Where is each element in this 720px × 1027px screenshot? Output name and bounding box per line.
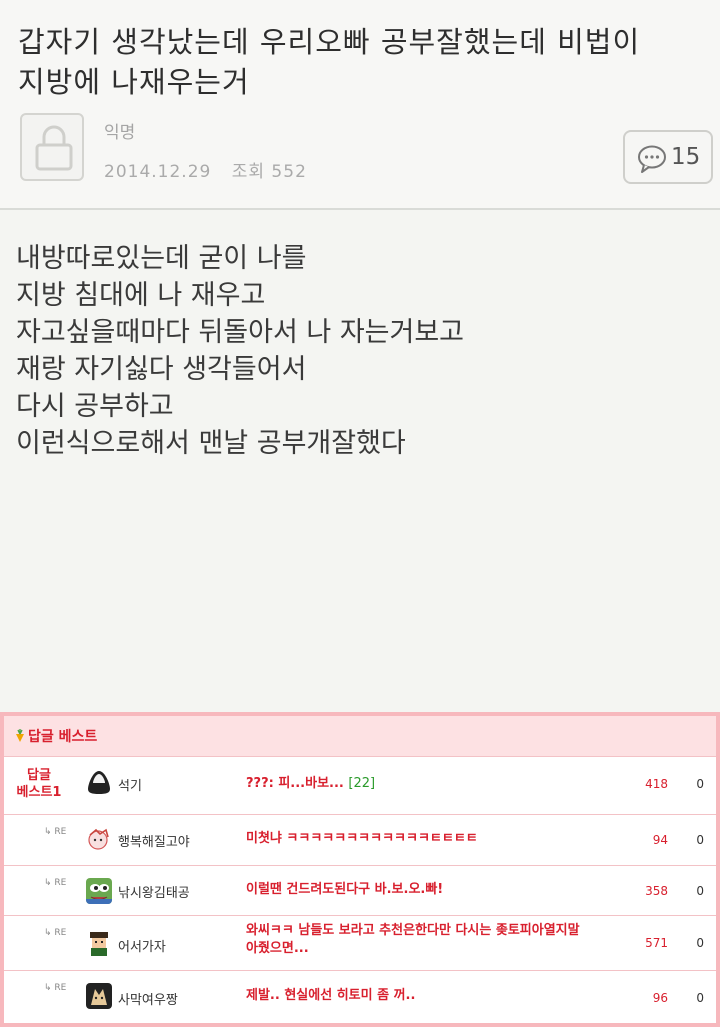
reply-text-line-2: 아줬으면... bbox=[246, 941, 309, 956]
like-count[interactable]: 94 bbox=[653, 833, 668, 847]
post-header: 갑자기 생각났는데 우리오빠 공부잘했는데 비법이 지방에 나재우는거 익명 2… bbox=[0, 0, 720, 210]
reply-row[interactable]: ↳ RE 행복해질고야 미쳣냐 ㅋㅋㅋㅋㅋㅋㅋㅋㅋㅋㅋㅋㅌㅌㅌㅌ 94 0 bbox=[4, 815, 716, 866]
like-count[interactable]: 358 bbox=[645, 884, 668, 898]
comment-count-button[interactable]: 15 bbox=[623, 130, 713, 184]
dislike-count[interactable]: 0 bbox=[696, 833, 704, 847]
like-count[interactable]: 418 bbox=[645, 777, 668, 791]
post-title: 갑자기 생각났는데 우리오빠 공부잘했는데 비법이 지방에 나재우는거 bbox=[18, 22, 678, 102]
post-meta: 2014.12.29 조회 552 bbox=[104, 157, 307, 182]
reply-text[interactable]: 와씨ㅋㅋ 남들도 보라고 추천은한다만 다시는 좆토피아열지말 아줬으면... bbox=[246, 922, 580, 958]
best-rank-line-1: 답글 bbox=[27, 768, 51, 783]
dislike-count[interactable]: 0 bbox=[696, 884, 704, 898]
comment-count: 15 bbox=[671, 144, 701, 170]
reply-text[interactable]: 제발.. 현실에선 히토미 좀 꺼.. bbox=[246, 987, 415, 1005]
reply-arrow-icon: ↳ RE bbox=[44, 827, 67, 837]
lock-icon bbox=[35, 125, 73, 171]
reply-nickname[interactable]: 어서가자 bbox=[118, 936, 166, 955]
re-label: RE bbox=[54, 827, 67, 837]
body-line: 자고싶을때마다 뒤돌아서 나 자는거보고 bbox=[16, 317, 465, 348]
frog-avatar-icon bbox=[86, 878, 112, 904]
post-title-line-1: 갑자기 생각났는데 우리오빠 공부잘했는데 비법이 bbox=[18, 25, 641, 59]
reply-row[interactable]: ↳ RE 어서가자 와씨ㅋㅋ 남들도 보라고 추천은한다만 다시는 좆토피아열지… bbox=[4, 916, 716, 971]
post-title-line-2: 지방에 나재우는거 bbox=[18, 65, 250, 99]
reply-nickname[interactable]: 낚시왕김태공 bbox=[118, 882, 190, 901]
reply-arrow-icon: ↳ RE bbox=[44, 928, 67, 938]
re-label: RE bbox=[54, 983, 67, 993]
reply-text[interactable]: 미쳣냐 ㅋㅋㅋㅋㅋㅋㅋㅋㅋㅋㅋㅋㅌㅌㅌㅌ bbox=[246, 830, 478, 848]
avatar[interactable] bbox=[86, 827, 112, 853]
reply-row[interactable]: ↳ RE 낚시왕김태공 이럴땐 건드려도된다구 바.보.오.빠! 358 0 bbox=[4, 866, 716, 916]
reply-text-line-1: 와씨ㅋㅋ 남들도 보라고 추천은한다만 다시는 좆토피아열지말 bbox=[246, 923, 580, 938]
reply-nickname[interactable]: 행복해질고야 bbox=[118, 831, 190, 850]
best-replies-panel: 답글 베스트 답글 베스트1 석기 ???: 피...바보... [22] 41… bbox=[0, 712, 720, 1027]
character-avatar-icon bbox=[86, 827, 112, 853]
body-line: 이런식으로해서 맨날 공부개잘했다 bbox=[16, 428, 406, 459]
reply-nickname[interactable]: 사막여우짱 bbox=[118, 989, 178, 1008]
carrot-icon bbox=[16, 729, 24, 742]
best-reply-row[interactable]: 답글 베스트1 석기 ???: 피...바보... [22] 418 0 bbox=[4, 757, 716, 815]
avatar[interactable] bbox=[86, 769, 112, 795]
post-card: 갑자기 생각났는데 우리오빠 공부잘했는데 비법이 지방에 나재우는거 익명 2… bbox=[0, 0, 720, 712]
dislike-count[interactable]: 0 bbox=[696, 936, 704, 950]
like-count[interactable]: 571 bbox=[645, 936, 668, 950]
view-count: 조회 552 bbox=[231, 162, 307, 182]
avatar[interactable] bbox=[86, 878, 112, 904]
body-line: 재랑 자기싫다 생각들어서 bbox=[16, 354, 307, 385]
body-line: 지방 침대에 나 재우고 bbox=[16, 280, 266, 311]
body-line: 내방따로있는데 굳이 나를 bbox=[16, 243, 307, 274]
best-rank-label: 답글 베스트1 bbox=[10, 767, 68, 801]
best-replies-title: 답글 베스트 bbox=[28, 729, 98, 745]
avatar[interactable] bbox=[86, 930, 112, 956]
re-label: RE bbox=[54, 928, 67, 938]
best-rank-line-2: 베스트1 bbox=[16, 785, 62, 800]
reply-text[interactable]: ???: 피...바보... [22] bbox=[246, 775, 375, 793]
pixel-character-avatar-icon bbox=[86, 930, 112, 956]
post-date: 2014.12.29 bbox=[104, 162, 212, 182]
reply-text-content: ???: 피...바보... bbox=[246, 776, 344, 791]
reply-nickname[interactable]: 석기 bbox=[118, 775, 142, 794]
author-avatar bbox=[20, 113, 84, 181]
reply-count[interactable]: [22] bbox=[348, 776, 375, 791]
rice-ball-avatar-icon bbox=[88, 771, 110, 794]
reply-arrow-icon: ↳ RE bbox=[44, 878, 67, 888]
reply-text[interactable]: 이럴땐 건드려도된다구 바.보.오.빠! bbox=[246, 881, 443, 899]
reply-row[interactable]: ↳ RE 사막여우짱 제발.. 현실에선 히토미 좀 꺼.. 96 0 bbox=[4, 971, 716, 1023]
speech-bubble-icon bbox=[638, 145, 666, 173]
author-name: 익명 bbox=[104, 123, 136, 143]
body-line: 다시 공부하고 bbox=[16, 391, 174, 422]
like-count[interactable]: 96 bbox=[653, 991, 668, 1005]
reply-arrow-icon: ↳ RE bbox=[44, 983, 67, 993]
re-label: RE bbox=[54, 878, 67, 888]
avatar[interactable] bbox=[86, 983, 112, 1009]
dislike-count[interactable]: 0 bbox=[696, 777, 704, 791]
post-body: 내방따로있는데 굳이 나를 지방 침대에 나 재우고 자고싶을때마다 뒤돌아서 … bbox=[16, 240, 696, 462]
fox-avatar-icon bbox=[86, 983, 112, 1009]
dislike-count[interactable]: 0 bbox=[696, 991, 704, 1005]
best-replies-header: 답글 베스트 bbox=[4, 716, 716, 757]
